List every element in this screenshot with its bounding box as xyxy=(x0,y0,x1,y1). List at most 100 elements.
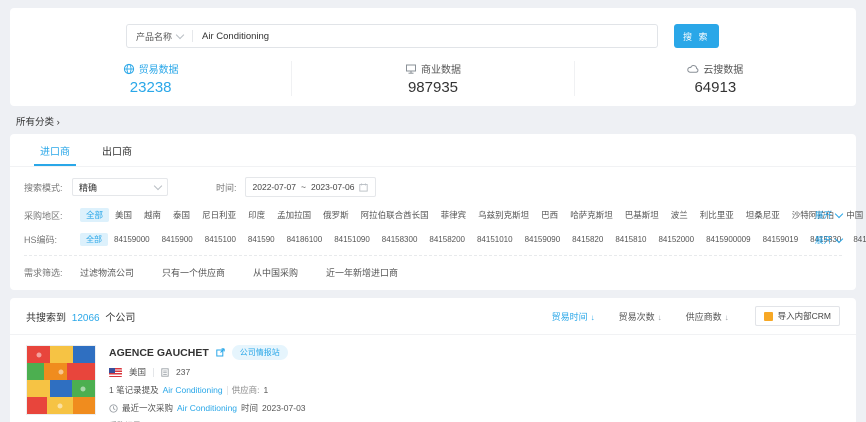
search-mode-value: 精确 xyxy=(79,181,97,194)
hs-code-chip[interactable]: 84159000 xyxy=(108,234,156,245)
records-count-text: 1 笔记录提及 xyxy=(109,384,159,396)
document-icon xyxy=(161,368,169,377)
region-chip[interactable]: 乌兹别克斯坦 xyxy=(472,208,535,222)
expand-label: 展开 xyxy=(815,209,832,221)
stat-value: 64913 xyxy=(694,79,736,96)
hs-code-chip[interactable]: 8415100 xyxy=(199,234,242,245)
region-chip[interactable]: 印度 xyxy=(242,208,271,222)
search-category-select[interactable]: 产品名称 xyxy=(127,30,192,43)
tab-exporters[interactable]: 出口商 xyxy=(100,134,134,166)
company-card: AGENCE GAUCHET 公司情报站 美国 237 1 笔记录提及 Air … xyxy=(10,335,856,422)
demand-filter-option[interactable]: 从中国采购 xyxy=(253,265,298,280)
demand-filter-label: 需求筛选: xyxy=(24,266,72,279)
region-chip[interactable]: 利比里亚 xyxy=(694,208,740,222)
suppliers-count: 1 xyxy=(263,385,268,395)
records-keyword-link[interactable]: Air Conditioning xyxy=(163,385,223,395)
hs-code-chip[interactable]: 84158300 xyxy=(376,234,424,245)
external-link-icon[interactable] xyxy=(216,348,225,357)
hs-code-chip[interactable]: 8415109000 xyxy=(847,234,866,245)
region-chip[interactable]: 美国 xyxy=(109,208,138,222)
chevron-down-icon xyxy=(835,210,843,218)
region-chip[interactable]: 巴西 xyxy=(535,208,564,222)
hs-code-chip[interactable]: 8415900 xyxy=(156,234,199,245)
stat-value: 23238 xyxy=(130,79,172,96)
divider xyxy=(153,368,154,377)
hs-code-chip[interactable]: 全部 xyxy=(80,233,108,246)
hs-code-chip[interactable]: 8415900009 xyxy=(700,234,757,245)
tabs-bar: 进口商 出口商 xyxy=(10,134,856,167)
sort-option[interactable]: 供应商数 xyxy=(686,310,729,323)
company-card-body: AGENCE GAUCHET 公司情报站 美国 237 1 笔记录提及 Air … xyxy=(109,345,840,422)
hs-code-chip[interactable]: 84159090 xyxy=(519,234,567,245)
sort-option[interactable]: 贸易时间 xyxy=(552,310,595,323)
divider xyxy=(227,386,228,395)
company-photo-image xyxy=(27,346,95,414)
last-purchase-keyword[interactable]: Air Conditioning xyxy=(177,403,237,413)
company-name[interactable]: AGENCE GAUCHET xyxy=(109,347,209,359)
region-filter-row: 采购地区: 全部美国越南泰国尼日利亚印度孟加拉国俄罗斯阿拉伯联合酋长国菲律宾乌兹… xyxy=(10,208,856,222)
intel-station-tag[interactable]: 公司情报站 xyxy=(232,345,288,360)
region-chip[interactable]: 菲律宾 xyxy=(435,208,473,222)
region-chip[interactable]: 孟加拉国 xyxy=(271,208,317,222)
region-chip[interactable]: 波兰 xyxy=(665,208,694,222)
stats-row: 贸易数据 23238 商业数据 987935 云搜数据 64913 xyxy=(10,61,856,96)
summary-suffix: 个公司 xyxy=(105,313,135,324)
stat-cloud-search-data[interactable]: 云搜数据 64913 xyxy=(574,61,856,96)
hs-code-chip[interactable]: 84151090 xyxy=(328,234,376,245)
search-category-label: 产品名称 xyxy=(136,30,172,43)
top-panel: 产品名称 Air Conditioning 搜 索 贸易数据 23238 商业数 xyxy=(10,8,856,106)
summary-count: 12066 xyxy=(72,313,100,324)
region-chip[interactable]: 哈萨克斯坦 xyxy=(564,208,619,222)
dashed-divider xyxy=(24,255,842,256)
hs-code-filter-row: HS编码: 全部84159000841590084151008415908418… xyxy=(10,233,856,246)
region-chip[interactable]: 俄罗斯 xyxy=(317,208,355,222)
cloud-icon xyxy=(687,63,699,75)
all-categories-link[interactable]: 所有分类 › xyxy=(16,114,866,128)
search-button[interactable]: 搜 索 xyxy=(674,24,719,48)
stat-business-data[interactable]: 商业数据 987935 xyxy=(291,61,573,96)
company-photo[interactable] xyxy=(26,345,96,415)
stat-trade-data[interactable]: 贸易数据 23238 xyxy=(10,61,291,96)
hs-code-chip[interactable]: 84151010 xyxy=(471,234,519,245)
import-crm-button[interactable]: 导入内部CRM xyxy=(755,306,840,326)
expand-label: 展开 xyxy=(815,234,832,246)
region-chip[interactable]: 尼日利亚 xyxy=(196,208,242,222)
time-label: 时间: xyxy=(216,181,237,194)
region-chip[interactable]: 坦桑尼亚 xyxy=(740,208,786,222)
date-separator: ~ xyxy=(301,182,306,192)
demand-filter-option[interactable]: 近一年新增进口商 xyxy=(326,265,398,280)
chevron-down-icon xyxy=(154,182,162,190)
region-chip[interactable]: 全部 xyxy=(80,208,109,222)
hs-code-filter-label: HS编码: xyxy=(24,233,72,246)
demand-filter-option[interactable]: 过滤物流公司 xyxy=(80,265,134,280)
region-chip[interactable]: 巴基斯坦 xyxy=(619,208,665,222)
stat-label: 云搜数据 xyxy=(703,61,743,76)
hs-code-chip[interactable]: 841590 xyxy=(242,234,281,245)
region-filter-label: 采购地区: xyxy=(24,209,72,222)
region-chip[interactable]: 越南 xyxy=(138,208,167,222)
hs-code-chip[interactable]: 84159019 xyxy=(757,234,805,245)
tab-importers[interactable]: 进口商 xyxy=(38,134,72,166)
monitor-icon xyxy=(405,63,417,75)
region-chip[interactable]: 中国 xyxy=(840,208,866,222)
last-purchase-date: 2023-07-03 xyxy=(262,403,305,413)
stat-value: 987935 xyxy=(408,79,458,96)
hs-code-chip[interactable]: 84186100 xyxy=(281,234,329,245)
hs-code-chip[interactable]: 84152000 xyxy=(652,234,700,245)
search-input[interactable]: Air Conditioning xyxy=(193,31,657,42)
region-list: 全部美国越南泰国尼日利亚印度孟加拉国俄罗斯阿拉伯联合酋长国菲律宾乌兹别克斯坦巴西… xyxy=(72,208,809,222)
last-purchase-label: 最近一次采购 xyxy=(122,402,173,414)
hs-expand-link[interactable]: 展开 xyxy=(815,234,842,246)
region-expand-link[interactable]: 展开 xyxy=(815,209,842,221)
date-range-picker[interactable]: 2022-07-07 ~ 2023-07-06 xyxy=(245,177,377,197)
hs-code-chip[interactable]: 8415820 xyxy=(566,234,609,245)
sort-option[interactable]: 贸易次数 xyxy=(619,310,662,323)
results-panel: 共搜索到 12066 个公司 贸易时间贸易次数供应商数 导入内部CRM AGEN… xyxy=(10,298,856,422)
region-chip[interactable]: 阿拉伯联合酋长国 xyxy=(355,208,435,222)
demand-filter-option[interactable]: 只有一个供应商 xyxy=(162,265,225,280)
search-mode-select[interactable]: 精确 xyxy=(72,178,168,196)
hs-code-chip[interactable]: 84158200 xyxy=(423,234,471,245)
results-header: 共搜索到 12066 个公司 贸易时间贸易次数供应商数 导入内部CRM xyxy=(10,298,856,335)
region-chip[interactable]: 泰国 xyxy=(167,208,196,222)
hs-code-chip[interactable]: 8415810 xyxy=(609,234,652,245)
